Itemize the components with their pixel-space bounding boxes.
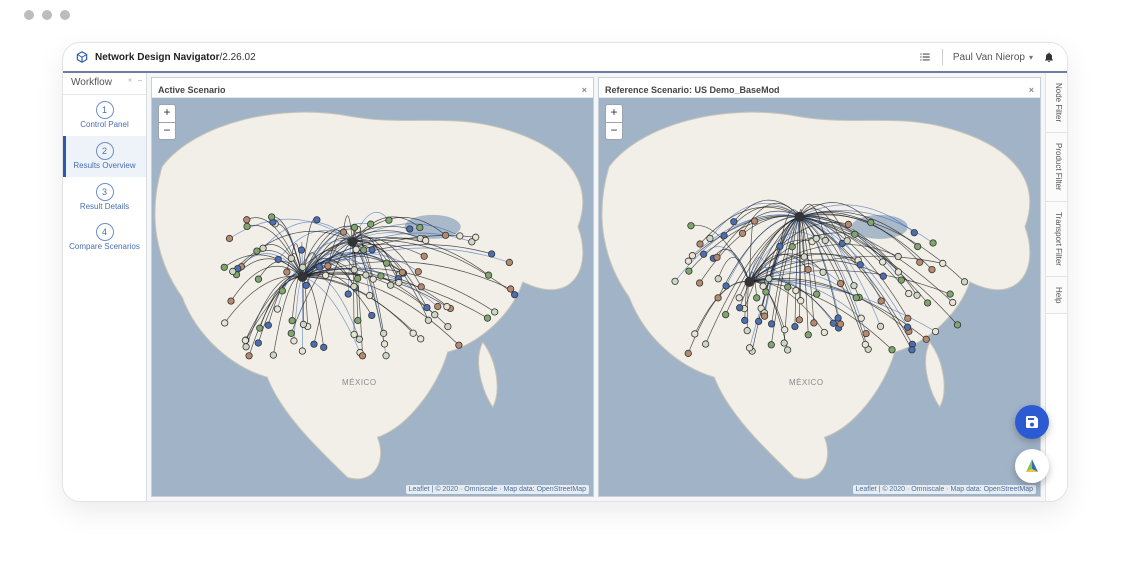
user-name[interactable]: Paul Van Nierop — [953, 52, 1025, 63]
step-number: 2 — [96, 142, 114, 160]
window-traffic-lights — [0, 0, 1130, 26]
workflow-title: Workflow — [71, 77, 112, 88]
map-attribution: Leaflet | © 2020 · Omniscale · Map data:… — [853, 485, 1036, 494]
workflow-step-control-panel[interactable]: 1 Control Panel — [63, 95, 146, 136]
tab-help[interactable]: Help — [1046, 277, 1067, 314]
workflow-step-compare-scenarios[interactable]: 4 Compare Scenarios — [63, 217, 146, 258]
map-canvas — [599, 98, 1040, 496]
workflow-sidebar: Workflow « – 1 Control Panel 2 Results Over… — [63, 73, 147, 501]
minimize-icon[interactable]: – — [138, 77, 142, 84]
mac-dot — [60, 10, 70, 20]
app-bar: Network Design Navigator/2.26.02 Paul Va… — [63, 43, 1067, 73]
map-area[interactable]: + − MÉXICO Leaflet | © 2020 · Omniscale … — [599, 98, 1040, 496]
app-title: Network Design Navigator/2.26.02 — [95, 52, 256, 63]
collapse-icon[interactable]: « — [128, 77, 132, 84]
zoom-out-button[interactable]: − — [159, 122, 175, 139]
zoom-in-button[interactable]: + — [159, 105, 175, 122]
country-label: MÉXICO — [789, 378, 824, 387]
close-icon[interactable]: × — [582, 85, 587, 95]
map-attribution: Leaflet | © 2020 · Omniscale · Map data:… — [406, 485, 589, 494]
center-pane: Active Scenario × + − MÉXICO Leaflet | ©… — [147, 73, 1045, 501]
app-window: Network Design Navigator/2.26.02 Paul Va… — [62, 42, 1068, 502]
workflow-step-result-details[interactable]: 3 Result Details — [63, 177, 146, 218]
tab-transport-filter[interactable]: Transport Filter — [1046, 202, 1067, 277]
save-button[interactable] — [1015, 405, 1049, 439]
step-number: 1 — [96, 101, 114, 119]
step-label: Results Overview — [66, 162, 143, 171]
list-icon[interactable] — [918, 50, 932, 64]
close-icon[interactable]: × — [1029, 85, 1034, 95]
mac-dot — [42, 10, 52, 20]
zoom-out-button[interactable]: − — [606, 122, 622, 139]
map-title: Reference Scenario: US Demo_BaseMod — [605, 85, 780, 95]
step-number: 4 — [96, 223, 114, 241]
map-panel-reference: Reference Scenario: US Demo_BaseMod × + … — [598, 77, 1041, 497]
tab-node-filter[interactable]: Node Filter — [1046, 73, 1067, 133]
step-label: Control Panel — [66, 121, 143, 130]
step-number: 3 — [96, 183, 114, 201]
cube-icon — [75, 50, 89, 64]
bell-icon[interactable] — [1043, 51, 1055, 63]
floppy-icon — [1024, 414, 1040, 430]
fab-stack — [1015, 405, 1049, 483]
workflow-step-results-overview[interactable]: 2 Results Overview — [63, 136, 146, 177]
map-area[interactable]: + − MÉXICO Leaflet | © 2020 · Omniscale … — [152, 98, 593, 496]
map-canvas — [152, 98, 593, 496]
divider — [942, 49, 943, 65]
map-header: Reference Scenario: US Demo_BaseMod × — [599, 78, 1040, 98]
zoom-control: + − — [158, 104, 176, 140]
step-label: Compare Scenarios — [66, 243, 143, 252]
compass-triangle-icon — [1023, 457, 1041, 475]
zoom-control: + − — [605, 104, 623, 140]
map-panel-active: Active Scenario × + − MÉXICO Leaflet | ©… — [151, 77, 594, 497]
workflow-header: Workflow « – — [63, 73, 146, 95]
mac-dot — [24, 10, 34, 20]
map-header: Active Scenario × — [152, 78, 593, 98]
zoom-in-button[interactable]: + — [606, 105, 622, 122]
compass-button[interactable] — [1015, 449, 1049, 483]
map-title: Active Scenario — [158, 85, 226, 95]
step-label: Result Details — [66, 203, 143, 212]
tab-product-filter[interactable]: Product Filter — [1046, 133, 1067, 202]
country-label: MÉXICO — [342, 378, 377, 387]
chevron-down-icon[interactable]: ▾ — [1029, 53, 1033, 62]
